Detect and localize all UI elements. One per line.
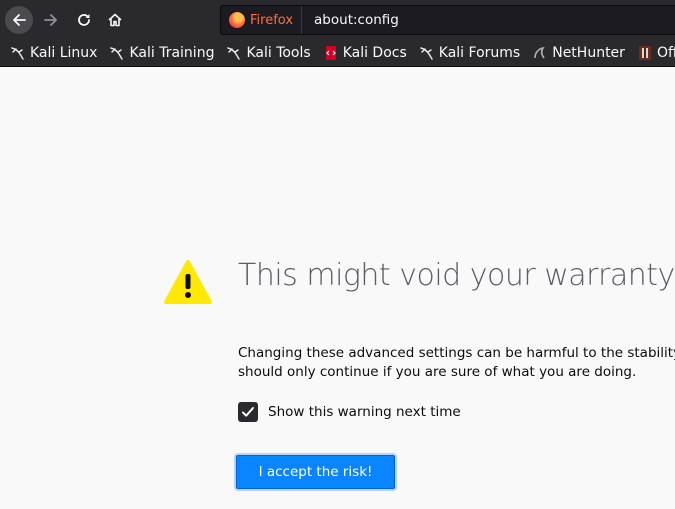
forward-arrow-icon: [44, 14, 57, 26]
bookmark-label: Kali Tools: [246, 45, 311, 61]
reload-button[interactable]: [70, 6, 98, 34]
bookmark-label: Offensive Security: [656, 45, 675, 61]
warning-triangle-icon: [164, 260, 212, 304]
home-button[interactable]: [101, 6, 129, 34]
nethunter-icon: [534, 46, 545, 59]
bookmark-kali-linux[interactable]: Kali Linux: [10, 45, 97, 61]
checkmark-icon: [242, 407, 254, 417]
bookmark-label: Kali Training: [129, 45, 215, 61]
kali-dragon-icon: [110, 47, 124, 60]
kali-dragon-icon: [420, 47, 433, 60]
url-text[interactable]: about:config: [302, 12, 399, 28]
kali-docs-icon: [325, 46, 336, 60]
reload-icon: [78, 14, 90, 26]
accept-risk-button[interactable]: I accept the risk!: [236, 455, 395, 489]
identity-box[interactable]: Firefox: [221, 6, 303, 34]
warning-title: This might void your warranty!: [238, 258, 675, 293]
back-button[interactable]: [5, 6, 33, 34]
url-bar[interactable]: Firefox about:config: [220, 5, 675, 35]
bookmark-kali-training[interactable]: Kali Training: [109, 45, 214, 61]
navigation-toolbar: Firefox about:config: [0, 0, 675, 40]
warning-description: Changing these advanced settings can be …: [238, 345, 675, 380]
back-arrow-icon: [13, 14, 26, 26]
bookmark-label: Kali Docs: [342, 45, 407, 61]
bookmark-kali-docs[interactable]: Kali Docs: [323, 45, 407, 61]
bookmark-label: Kali Linux: [30, 45, 98, 61]
identity-label: Firefox: [250, 12, 294, 28]
bookmark-offensive-security[interactable]: Offensive Security: [637, 45, 675, 61]
show-warning-checkbox-row[interactable]: Show this warning next time: [238, 402, 461, 422]
bookmark-label: NetHunter: [552, 45, 625, 61]
bookmark-kali-tools[interactable]: Kali Tools: [226, 45, 311, 61]
checkbox-label[interactable]: Show this warning next time: [268, 404, 461, 420]
bookmark-nethunter[interactable]: NetHunter: [532, 45, 625, 61]
show-warning-checkbox[interactable]: [238, 402, 258, 422]
bookmark-kali-forums[interactable]: Kali Forums: [419, 45, 520, 61]
kali-dragon-icon: [11, 47, 24, 60]
home-icon: [108, 13, 122, 27]
kali-dragon-icon: [227, 47, 241, 60]
offsec-icon: [638, 46, 651, 60]
bookmark-label: Kali Forums: [438, 45, 521, 61]
firefox-logo-icon: [229, 12, 245, 28]
forward-button[interactable]: [37, 6, 65, 34]
bookmarks-toolbar: Kali Linux Kali Training Kali Tools Kali…: [0, 40, 675, 67]
